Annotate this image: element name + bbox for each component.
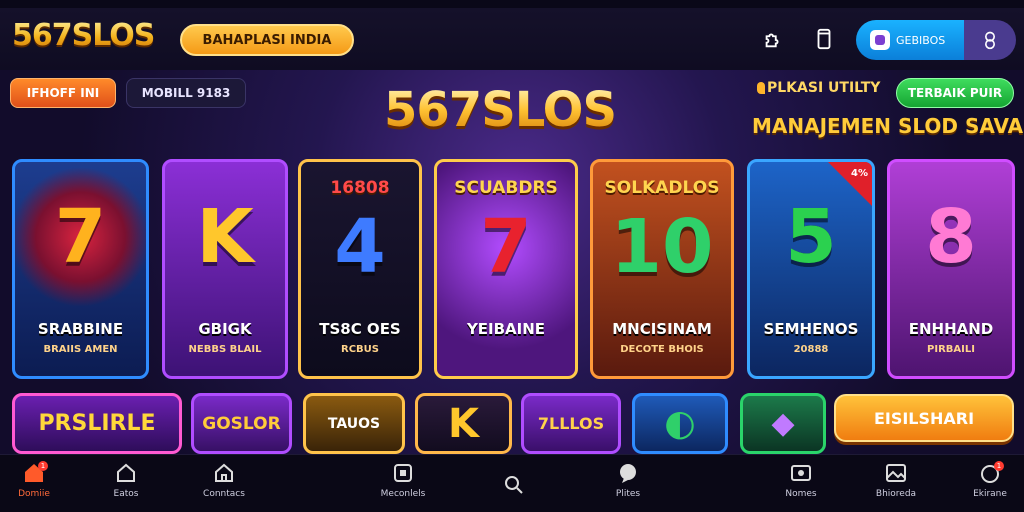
game-card[interactable]: 16808 4 TS8C OES RCBUS <box>298 159 422 379</box>
game-card[interactable]: SCUABDRS 7 YEIBAINE <box>434 159 578 379</box>
game-title: YEIBAINE <box>466 320 546 338</box>
hero-banner: IFHOFF INI MOBILL 9183 567SLOS PLKASI UT… <box>0 70 1024 454</box>
account-pill[interactable]: GEBIBOS <box>856 20 1016 60</box>
nav-bhioreda[interactable]: Bhioreda <box>856 461 936 509</box>
box-icon <box>394 464 412 482</box>
game-title: GBIGK <box>198 320 252 338</box>
game-card[interactable]: 4% 5 SEMHENOS 20888 <box>747 159 875 379</box>
nav-nomes[interactable]: Nomes <box>761 461 841 509</box>
nav-label: Nomes <box>785 489 817 499</box>
game-title: SRABBINE <box>37 320 124 338</box>
coin-icon: ◐ <box>664 403 696 444</box>
nav-games[interactable]: Eatos <box>86 461 166 509</box>
game-card[interactable]: K GBIGK NEBBS BLAIL <box>162 159 288 379</box>
nav-label: Plites <box>615 489 641 499</box>
game-title: PRSLIRLE <box>38 411 156 436</box>
nav-search[interactable] <box>474 461 554 509</box>
nav-label: Meconlels <box>380 489 426 499</box>
game-card-small[interactable]: K <box>415 393 512 454</box>
user-icon <box>985 31 995 50</box>
account-badge-icon <box>870 30 890 50</box>
nav-contacts[interactable]: Conntacs <box>184 461 264 509</box>
status-bar <box>0 0 1024 8</box>
game-title: TS8C OES <box>319 320 401 338</box>
game-title: SEMHENOS <box>763 320 859 338</box>
house-icon <box>117 463 135 482</box>
game-card-small[interactable]: TAUOS <box>303 393 405 454</box>
game-meta: PIRBAILI <box>927 344 975 355</box>
chip-info[interactable]: IFHOFF INI <box>10 78 116 108</box>
bottom-nav: 1 Domiie Eatos Conntacs Meconlels Plites… <box>0 454 1024 512</box>
game-meta: 20888 <box>793 344 829 355</box>
game-title: MNCISINAM <box>612 320 712 338</box>
game-title: GOSLOR <box>202 413 281 434</box>
nav-ekirane[interactable]: 1 Ekirane <box>950 461 1024 509</box>
game-card[interactable]: 8 ENHHAND PIRBAILI <box>887 159 1015 379</box>
game-card-small[interactable]: GOSLOR <box>191 393 292 454</box>
nav-label: Ekirane <box>973 489 1007 499</box>
search-icon <box>505 476 523 494</box>
nav-home[interactable]: 1 Domiie <box>0 461 74 509</box>
top-rated-button[interactable]: TERBAIK PUIR <box>896 78 1014 108</box>
puzzle-icon[interactable] <box>760 26 786 52</box>
game-meta: DECOTE BHOIS <box>620 344 704 355</box>
notification-badge: 1 <box>994 461 1004 471</box>
game-card-small[interactable]: ◐ <box>632 393 728 454</box>
app-root: 567SLOS BAHAPLASI INDIA GEBIBOS IFHOFF I… <box>0 0 1024 512</box>
cta-button[interactable]: EISILSHARI <box>834 394 1014 442</box>
nav-label: Conntacs <box>203 489 245 499</box>
game-title: ENHHAND <box>908 320 994 338</box>
header: 567SLOS BAHAPLASI INDIA GEBIBOS <box>0 8 1024 70</box>
logo[interactable]: 567SLOS <box>12 18 155 53</box>
notification-badge: 1 <box>38 461 48 471</box>
game-card[interactable]: 7 SRABBINE BRAIIS AMEN <box>12 159 149 379</box>
game-symbol: K <box>196 194 254 280</box>
account-label: GEBIBOS <box>896 33 946 47</box>
image-icon <box>886 464 906 482</box>
game-meta: RCBUS <box>341 344 379 355</box>
promo-button[interactable]: BAHAPLASI INDIA <box>180 24 354 56</box>
game-symbol: 8 <box>925 194 977 280</box>
game-symbol: 7 <box>54 194 107 280</box>
hero-subtitle: PLKASI UTILTY <box>756 80 881 96</box>
game-symbol: 7 <box>480 204 532 290</box>
game-card-small[interactable]: ◆ <box>740 393 826 454</box>
game-card-small[interactable]: 7LLLOS <box>521 393 621 454</box>
house-outline-icon <box>215 463 233 482</box>
profile-button[interactable] <box>964 20 1016 60</box>
game-title: TAUOS <box>327 415 381 432</box>
game-symbol: 10 <box>610 204 714 290</box>
game-title: 7LLLOS <box>537 414 605 433</box>
phone-icon[interactable] <box>811 26 837 52</box>
gem-icon: ◆ <box>771 406 795 441</box>
card-icon <box>791 465 811 481</box>
chip-mobile[interactable]: MOBILL 9183 <box>126 78 246 108</box>
nav-label: Bhioreda <box>875 489 917 499</box>
hero-tagline: MANAJEMEN SLOD SAVA <box>752 114 1024 138</box>
nav-label: Eatos <box>113 489 139 499</box>
nav-plites[interactable]: Plites <box>588 461 668 509</box>
game-symbol: K <box>448 400 479 447</box>
hero-title: 567SLOS <box>384 82 617 138</box>
game-symbol: 5 <box>785 194 837 280</box>
game-meta: NEBBS BLAIL <box>188 344 262 355</box>
nav-members[interactable]: Meconlels <box>363 461 443 509</box>
game-symbol: 4 <box>334 204 386 290</box>
account-button[interactable]: GEBIBOS <box>856 20 964 60</box>
game-card[interactable]: SOLKADLOS 10 MNCISINAM DECOTE BHOIS <box>590 159 734 379</box>
chat-icon <box>620 464 636 483</box>
game-card-small[interactable]: PRSLIRLE <box>12 393 182 454</box>
nav-label: Domiie <box>18 489 50 499</box>
game-meta: BRAIIS AMEN <box>43 344 118 355</box>
